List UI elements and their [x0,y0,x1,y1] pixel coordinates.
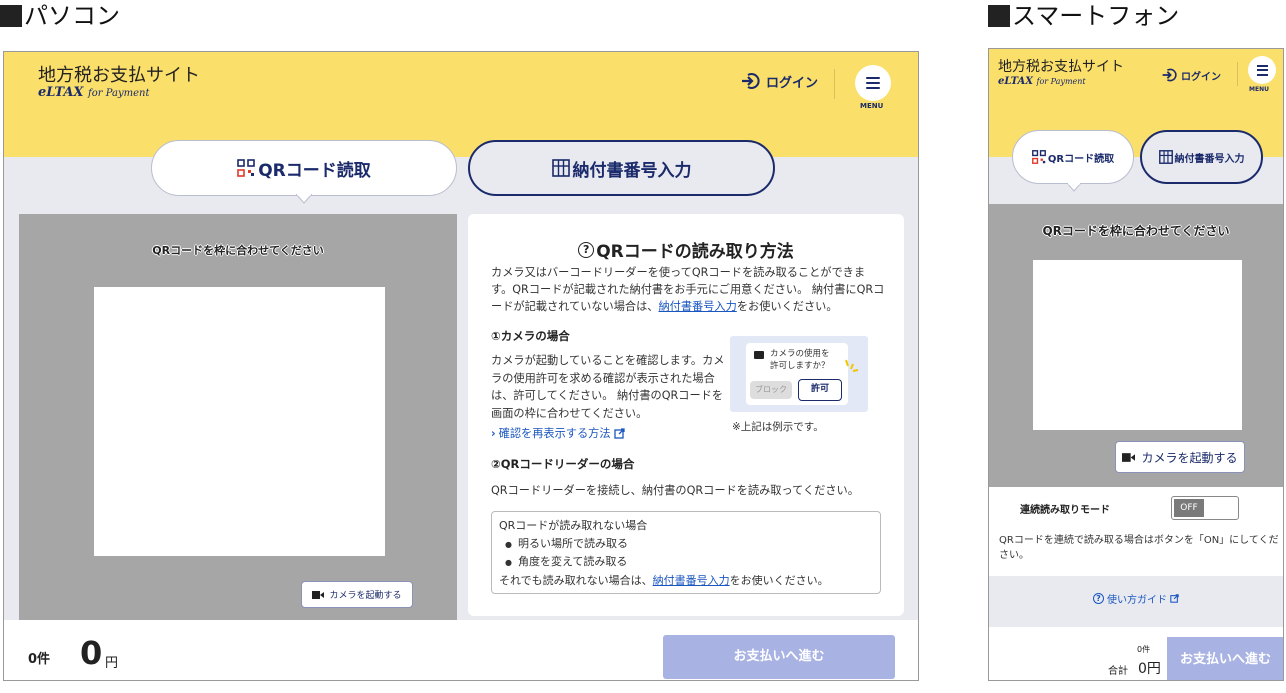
sp-label-text: スマートフォン [1012,2,1180,30]
square-icon [988,5,1010,27]
sample-note: ※上記は例示です。 [732,421,824,433]
usage-guide-label: 使い方ガイド [1107,595,1167,606]
sparkle-icon [845,359,859,372]
camera-description: カメラが起動していることを確認します。カメラの使用許可を求める確認が表示された場… [491,354,725,420]
reader-description: QRコードリーダーを接続し、納付書のQRコードを読み取ってください。 [491,484,859,497]
recheck-link-label: 確認を再表示する方法 [498,427,611,440]
continuous-mode-description: QRコードを連続で読み取る場合はボタンを「ON」にしてください。 [999,535,1279,561]
guide-panel: ? QRコードの読み取り方法 カメラ又はバーコードリーダーを使ってQRコードを読… [468,214,904,616]
continuous-mode-toggle[interactable]: OFF [1171,496,1239,520]
eltax-logo[interactable]: eLTAX for Payment [38,85,149,100]
square-icon [0,5,22,27]
sample-block-button: ブロック [750,381,792,399]
qr-icon [237,159,256,177]
sample-dialog: カメラの使用を 許可しますか？ ブロック 許可 [746,343,848,405]
recheck-link[interactable]: › 確認を再表示する方法 [491,425,625,441]
chevron-right-icon: › [491,426,496,440]
start-camera-label: カメラを起動する [1141,450,1238,465]
question-icon: ? [578,241,595,258]
sample-text: カメラの使用を 許可しますか？ [770,349,830,371]
video-camera-icon [754,351,764,359]
troubleshoot-box: QRコードが読み取れない場合 明るい場所で読み取る 角度を変えて読み取る それで… [491,511,881,594]
login-icon [1162,68,1177,82]
scanner-area: QRコードを枠に合わせてください カメラを起動する [19,214,457,622]
scanner-frame [94,287,385,556]
sp-footer: 0件 合計 0円 お支払いへ進む [989,627,1283,680]
tab-qr-read-label: QRコード読取 [1047,153,1115,165]
menu-button[interactable] [1248,56,1276,84]
proceed-payment-button[interactable]: お支払いへ進む [1167,637,1283,680]
qr-icon [1031,150,1046,164]
login-link[interactable]: ログイン [1161,67,1221,83]
guide-intro: カメラ又はバーコードリーダーを使ってQRコードを読み取ることができます。QRコー… [491,266,885,313]
reader-heading: ②QRコードリーダーの場合 [491,457,635,471]
tab-qr-read[interactable]: QRコード読取 [151,140,457,196]
divider [1237,62,1238,86]
site-title: 地方税お支払サイト [38,65,200,86]
proceed-payment-button[interactable]: お支払いへ進む [663,635,895,679]
item-count: 0件 [1137,645,1151,654]
tab-payment-number[interactable]: 納付書番号入力 [1140,130,1263,184]
pc-label-text: パソコン [24,2,120,30]
login-label: ログイン [766,75,819,91]
video-camera-icon [312,590,325,599]
menu-button[interactable] [855,65,891,101]
scanner-message: QRコードを枠に合わせてください [1042,224,1230,238]
total-label: 合計 [1108,666,1128,677]
pc-section-label: パソコン [0,0,120,32]
tab-payment-number-label: 納付書番号入力 [1174,153,1245,165]
tab-qr-read[interactable]: QRコード読取 [1012,130,1134,184]
sample-allow-button: 許可 [798,379,842,401]
tab-payment-number-label: 納付書番号入力 [572,160,692,181]
tab-payment-number[interactable]: 納付書番号入力 [468,140,775,196]
scanner-frame [1033,260,1242,430]
grid-icon [1158,150,1173,164]
external-link-icon [1170,594,1179,603]
camera-heading: ①カメラの場合 [491,329,570,343]
video-camera-icon [1122,452,1136,462]
site-title: 地方税お支払サイト [998,59,1124,75]
grid-icon [551,159,570,177]
start-camera-button[interactable]: カメラを起動する [301,581,413,608]
login-link[interactable]: ログイン [740,71,818,91]
troubleshoot-tail: それでも読み取れない場合は、納付書番号入力をお使いください。 [499,573,829,587]
tab-pointer [1067,183,1081,192]
guide-title: ? QRコードの読み取り方法 [468,237,904,262]
yen-unit: 円 [105,656,119,671]
question-icon: ? [1093,593,1104,604]
login-icon [742,73,760,89]
payment-number-link[interactable]: 納付書番号入力 [658,300,736,313]
guide-title-text: QRコードの読み取り方法 [596,242,794,262]
sp-section-label: スマートフォン [988,0,1179,32]
scanner-area: QRコードを枠に合わせてください カメラを起動する [989,204,1283,487]
continuous-mode-label: 連続読み取りモード [1020,505,1110,516]
start-camera-button[interactable]: カメラを起動する [1115,441,1245,473]
scanner-message: QRコードを枠に合わせてください [152,244,324,257]
menu-label: MENU [860,102,884,110]
sp-screen: 地方税お支払サイト eLTAX for Payment ログイン MENU QR… [988,48,1284,681]
menu-label: MENU [1249,86,1269,93]
list-item: 明るい場所で読み取る [499,535,873,554]
header: 地方税お支払サイト eLTAX for Payment ログイン MENU [4,52,918,157]
list-item: 角度を変えて読み取る [499,553,873,572]
start-camera-label: カメラを起動する [329,591,402,601]
payment-number-link[interactable]: 納付書番号入力 [653,574,730,587]
usage-guide-link[interactable]: ? 使い方ガイド [989,576,1283,621]
total-amount: 0円 [1138,661,1161,677]
footer: 0件 0 円 お支払いへ進む [4,620,918,680]
tab-qr-read-label: QRコード読取 [258,160,371,181]
tab-pointer [296,194,312,204]
continuous-mode-section: 連続読み取りモード OFF QRコードを連続で読み取る場合はボタンを「ON」にし… [989,487,1283,576]
pc-screen: 地方税お支払サイト eLTAX for Payment ログイン MENU QR… [3,51,919,681]
total-amount: 0 [80,634,103,672]
permission-sample: カメラの使用を 許可しますか？ ブロック 許可 [730,336,868,412]
external-link-icon [613,427,625,439]
item-count: 0件 [28,652,51,667]
eltax-logo[interactable]: eLTAX for Payment [998,76,1086,87]
troubleshoot-title: QRコードが読み取れない場合 [499,519,648,532]
divider [834,69,835,99]
login-label: ログイン [1181,71,1221,83]
toggle-state: OFF [1174,499,1204,517]
